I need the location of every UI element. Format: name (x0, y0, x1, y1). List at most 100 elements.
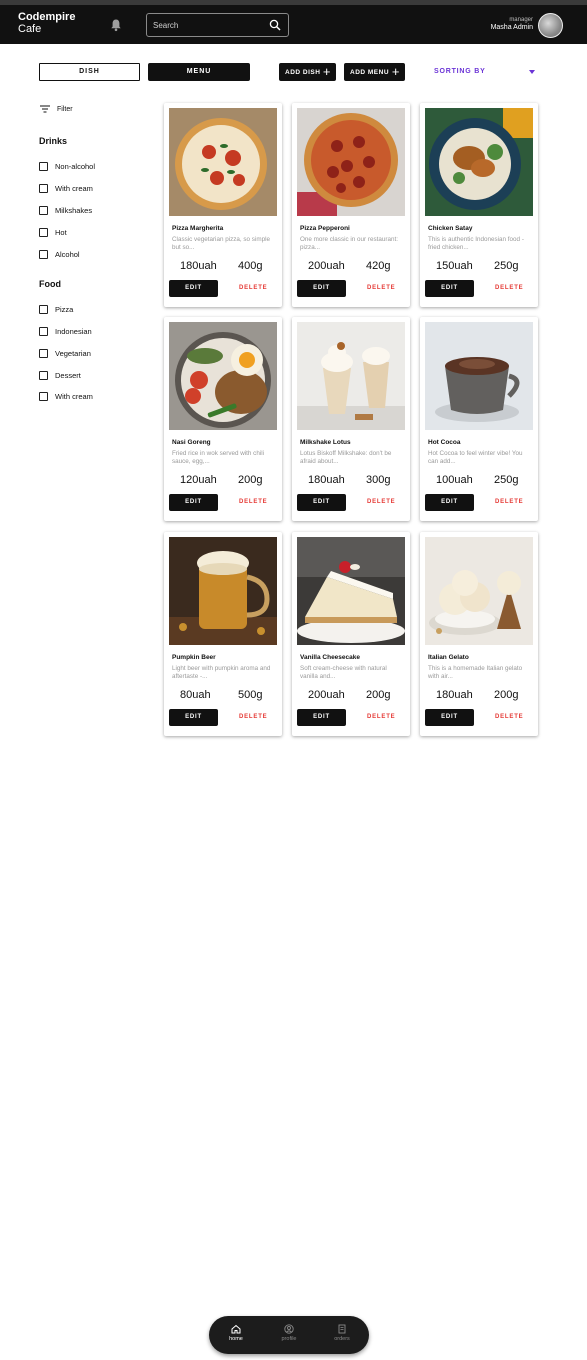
dish-card[interactable]: Vanilla Cheesecake Soft cream-cheese wit… (292, 532, 410, 736)
orders-icon (338, 1324, 346, 1334)
bell-icon[interactable] (110, 18, 122, 32)
add-menu-button[interactable]: ADD MENU + (344, 63, 405, 81)
checkbox-label: Dessert (55, 371, 81, 380)
dish-title: Pizza Margherita (172, 225, 224, 232)
checkbox-label: With cream (55, 184, 93, 193)
dish-card[interactable]: Hot Cocoa Hot Cocoa to feel winter vibe!… (420, 317, 538, 521)
checkbox[interactable] (39, 305, 48, 314)
delete-button[interactable]: DELETE (239, 499, 267, 505)
dish-weight: 200g (494, 689, 519, 701)
nav-home[interactable]: home (221, 1324, 251, 1342)
dish-title: Chicken Satay (428, 225, 473, 232)
dish-description: Hot Cocoa to feel winter vibe! You can a… (428, 450, 523, 465)
checkbox[interactable] (39, 349, 48, 358)
checkbox[interactable] (39, 162, 48, 171)
checkbox-label: With cream (55, 392, 93, 401)
search-icon[interactable] (269, 19, 281, 31)
drinks-section-title: Drinks (39, 136, 68, 146)
sorting-dropdown[interactable]: SORTING BY (434, 68, 538, 80)
checkbox[interactable] (39, 228, 48, 237)
dish-price: 100uah (436, 474, 473, 486)
menu-tab-button[interactable]: MENU (148, 63, 250, 81)
edit-button[interactable]: EDIT (425, 494, 474, 511)
dish-card[interactable]: Milkshake Lotus Lotus Biskoff Milkshake:… (292, 317, 410, 521)
checkbox-label: Hot (55, 228, 67, 237)
delete-button[interactable]: DELETE (367, 714, 395, 720)
dish-title: Nasi Goreng (172, 439, 211, 446)
checkbox[interactable] (39, 327, 48, 336)
dish-card[interactable]: Nasi Goreng Fried rice in wok served wit… (164, 317, 282, 521)
edit-button[interactable]: EDIT (297, 709, 346, 726)
dish-image (169, 322, 277, 430)
search-input[interactable] (153, 18, 263, 33)
checkbox[interactable] (39, 392, 48, 401)
edit-button[interactable]: EDIT (425, 280, 474, 297)
delete-button[interactable]: DELETE (495, 714, 523, 720)
plus-icon: + (391, 64, 400, 79)
delete-button[interactable]: DELETE (495, 499, 523, 505)
dish-description: Light beer with pumpkin aroma and aftert… (172, 665, 271, 680)
dish-title: Hot Cocoa (428, 439, 461, 446)
nav-orders[interactable]: orders (327, 1324, 357, 1342)
dish-card[interactable]: Chicken Satay This is authentic Indonesi… (420, 103, 538, 307)
dish-tab-button[interactable]: DISH (39, 63, 140, 81)
dish-image (425, 322, 533, 430)
dish-price: 180uah (180, 260, 217, 272)
dish-price: 180uah (436, 689, 473, 701)
delete-button[interactable]: DELETE (367, 285, 395, 291)
dish-description: Lotus Biskoff Milkshake: don't be afraid… (300, 450, 392, 465)
avatar[interactable] (538, 13, 563, 38)
dish-description: One more classic in our restaurant: pizz… (300, 236, 398, 251)
food-section-title: Food (39, 279, 61, 289)
checkbox-label: Non-alcohol (55, 162, 96, 171)
dish-description: Fried rice in wok served with chili sauc… (172, 450, 265, 465)
checkbox[interactable] (39, 184, 48, 193)
delete-button[interactable]: DELETE (367, 499, 395, 505)
add-dish-button[interactable]: ADD DISH + (279, 63, 336, 81)
dish-price: 200uah (308, 689, 345, 701)
dish-title: Pumpkin Beer (172, 654, 216, 661)
dish-title: Milkshake Lotus (300, 439, 351, 446)
edit-button[interactable]: EDIT (169, 494, 218, 511)
dish-image (169, 537, 277, 645)
dish-title: Pizza Pepperoni (300, 225, 350, 232)
checkbox[interactable] (39, 206, 48, 215)
dish-card[interactable]: Pizza Pepperoni One more classic in our … (292, 103, 410, 307)
edit-button[interactable]: EDIT (169, 709, 218, 726)
delete-button[interactable]: DELETE (495, 285, 523, 291)
search-box[interactable] (146, 13, 289, 37)
dish-image (425, 108, 533, 216)
nav-profile-label: profile (281, 1336, 297, 1342)
nav-profile[interactable]: profile (274, 1324, 304, 1342)
dish-weight: 200g (238, 474, 263, 486)
dish-weight: 200g (366, 689, 391, 701)
dish-price: 180uah (308, 474, 345, 486)
edit-button[interactable]: EDIT (297, 494, 346, 511)
dish-weight: 500g (238, 689, 263, 701)
checkbox[interactable] (39, 371, 48, 380)
edit-button[interactable]: EDIT (425, 709, 474, 726)
checkbox-label: Pizza (55, 305, 74, 314)
delete-button[interactable]: DELETE (239, 285, 267, 291)
dish-card[interactable]: Pumpkin Beer Light beer with pumpkin aro… (164, 532, 282, 736)
edit-button[interactable]: EDIT (297, 280, 346, 297)
dish-card[interactable]: Pizza Margherita Classic vegetarian pizz… (164, 103, 282, 307)
nav-orders-label: orders (334, 1336, 350, 1342)
brand-logo[interactable]: Codempire Cafe (18, 12, 75, 35)
brand-subtitle: Cafe (18, 23, 42, 35)
dish-price: 80uah (180, 689, 211, 701)
checkbox-label: Indonesian (55, 327, 92, 336)
delete-button[interactable]: DELETE (239, 714, 267, 720)
checkbox[interactable] (39, 250, 48, 259)
filter-label: Filter (57, 106, 73, 113)
user-info[interactable]: manager Masha Admin (491, 17, 533, 31)
dish-weight: 300g (366, 474, 391, 486)
dish-title: Vanilla Cheesecake (300, 654, 360, 661)
brand-name: Codempire (18, 11, 76, 23)
dish-image (425, 537, 533, 645)
dish-weight: 250g (494, 474, 519, 486)
edit-button[interactable]: EDIT (169, 280, 218, 297)
dish-card[interactable]: Italian Gelato This is a homemade Italia… (420, 532, 538, 736)
dish-image (297, 322, 405, 430)
sorting-label: SORTING BY (434, 68, 486, 75)
